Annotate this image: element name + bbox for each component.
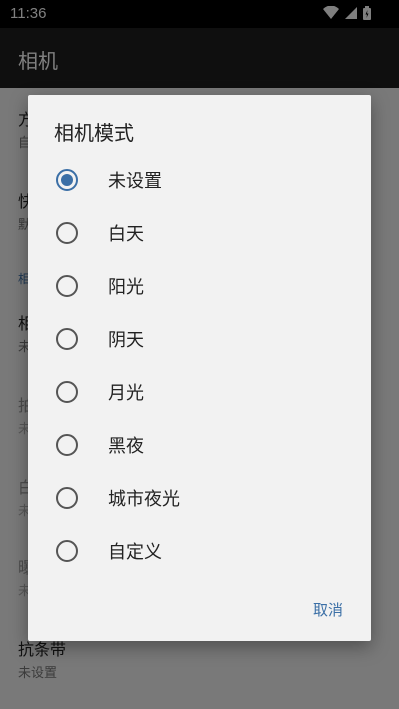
option-cloudy[interactable]: 阴天 (28, 312, 371, 365)
radio-icon[interactable] (56, 539, 78, 562)
option-custom[interactable]: 自定义 (28, 524, 371, 577)
radio-icon[interactable] (56, 274, 78, 297)
camera-mode-dialog: 相机模式 未设置 白天 阳光 阴天 月光 黑夜 城市夜光 自定义 取消 (28, 95, 371, 641)
dialog-title: 相机模式 (54, 121, 134, 145)
option-sunny[interactable]: 阳光 (28, 259, 371, 312)
option-label: 城市夜光 (108, 488, 180, 510)
option-label: 白天 (108, 223, 144, 245)
cancel-button[interactable]: 取消 (307, 595, 349, 624)
option-label: 自定义 (108, 541, 162, 563)
radio-selected-icon[interactable] (56, 168, 78, 191)
radio-icon[interactable] (56, 486, 78, 509)
radio-icon[interactable] (56, 433, 78, 456)
radio-icon[interactable] (56, 327, 78, 350)
option-daylight[interactable]: 白天 (28, 206, 371, 259)
option-label: 阴天 (108, 329, 144, 351)
option-city-night[interactable]: 城市夜光 (28, 471, 371, 524)
option-label: 月光 (108, 382, 144, 404)
option-night[interactable]: 黑夜 (28, 418, 371, 471)
radio-icon[interactable] (56, 221, 78, 244)
option-unset[interactable]: 未设置 (28, 153, 371, 206)
option-label: 阳光 (108, 276, 144, 298)
option-label: 未设置 (108, 170, 162, 192)
radio-icon[interactable] (56, 380, 78, 403)
option-label: 黑夜 (108, 435, 144, 457)
option-moonlight[interactable]: 月光 (28, 365, 371, 418)
